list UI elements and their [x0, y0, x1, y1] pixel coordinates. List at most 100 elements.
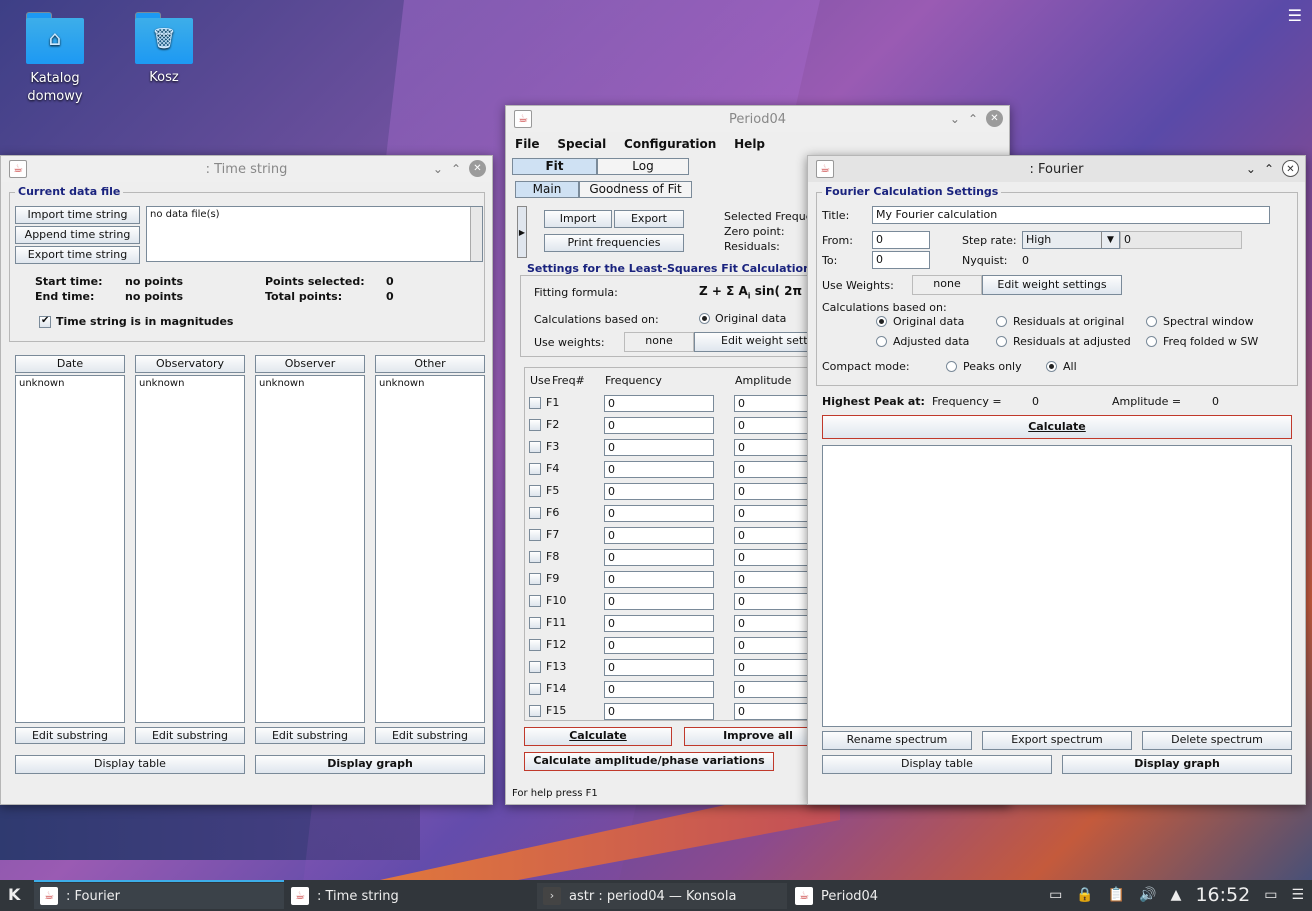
use-checkbox[interactable]: [529, 551, 541, 563]
amplitude-field[interactable]: 0: [734, 593, 813, 610]
frequency-field[interactable]: 0: [604, 703, 714, 720]
task-period04[interactable]: ☕ Period04: [789, 883, 1039, 909]
frequency-field[interactable]: 0: [604, 439, 714, 456]
use-checkbox[interactable]: [529, 617, 541, 629]
magnitudes-checkbox[interactable]: [39, 315, 51, 328]
title-field[interactable]: My Fourier calculation: [872, 206, 1270, 224]
amplitude-field[interactable]: 0: [734, 637, 813, 654]
frequency-field[interactable]: 0: [604, 571, 714, 588]
amplitude-field[interactable]: 0: [734, 505, 813, 522]
frequency-field[interactable]: 0: [604, 417, 714, 434]
desktop-icon-home[interactable]: ⌂ Katalog domowy: [15, 12, 95, 106]
amplitude-field[interactable]: 0: [734, 527, 813, 544]
frequency-field[interactable]: 0: [604, 681, 714, 698]
calc-amplitude-phase-button[interactable]: Calculate amplitude/phase variations: [524, 752, 774, 771]
task-fourier[interactable]: ☕: Fourier: [34, 880, 284, 909]
volume-icon[interactable]: 🔊: [1139, 887, 1156, 903]
use-checkbox[interactable]: [529, 507, 541, 519]
rename-spectrum-button[interactable]: Rename spectrum: [822, 731, 972, 750]
display-graph-button[interactable]: Display graph: [1062, 755, 1292, 774]
amplitude-field[interactable]: 0: [734, 571, 813, 588]
task-konsola[interactable]: › astr : period04 — Konsola: [537, 883, 787, 909]
frequency-field[interactable]: 0: [604, 527, 714, 544]
calculate-button[interactable]: Calculate: [524, 727, 672, 746]
frequency-field[interactable]: 0: [604, 461, 714, 478]
amplitude-field[interactable]: 0: [734, 483, 813, 500]
frequency-field[interactable]: 0: [604, 483, 714, 500]
display-table-button[interactable]: Display table: [15, 755, 245, 774]
use-checkbox[interactable]: [529, 419, 541, 431]
column-header-other[interactable]: Other: [375, 355, 485, 373]
other-list[interactable]: unknown: [375, 375, 485, 723]
append-time-string-button[interactable]: Append time string: [15, 226, 140, 244]
chevron-down-icon[interactable]: ▼: [1101, 232, 1119, 248]
peaks-only-radio[interactable]: [946, 361, 957, 372]
show-desktop-icon[interactable]: ▭: [1264, 887, 1277, 903]
frequency-field[interactable]: 0: [604, 549, 714, 566]
amplitude-field[interactable]: 0: [734, 703, 813, 720]
export-time-string-button[interactable]: Export time string: [15, 246, 140, 264]
data-files-list[interactable]: no data file(s): [146, 206, 483, 262]
maximize-icon[interactable]: ⌃: [968, 112, 978, 126]
original-data-radio[interactable]: [876, 316, 887, 327]
freq-folded-radio[interactable]: [1146, 336, 1157, 347]
menu-help[interactable]: Help: [734, 137, 765, 151]
desktop-icon-trash[interactable]: 🗑 Kosz: [124, 12, 204, 85]
use-checkbox[interactable]: [529, 705, 541, 717]
delete-spectrum-button[interactable]: Delete spectrum: [1142, 731, 1292, 750]
amplitude-field[interactable]: 0: [734, 395, 813, 412]
residuals-original-radio[interactable]: [996, 316, 1007, 327]
residuals-adjusted-radio[interactable]: [996, 336, 1007, 347]
use-checkbox[interactable]: [529, 441, 541, 453]
use-checkbox[interactable]: [529, 397, 541, 409]
amplitude-field[interactable]: 0: [734, 417, 813, 434]
use-checkbox[interactable]: [529, 639, 541, 651]
display-graph-button[interactable]: Display graph: [255, 755, 485, 774]
list-scrollbar[interactable]: [470, 207, 482, 261]
print-frequencies-button[interactable]: Print frequencies: [544, 234, 684, 252]
close-icon[interactable]: ✕: [986, 110, 1003, 127]
maximize-icon[interactable]: ⌃: [451, 162, 461, 176]
close-icon[interactable]: ✕: [1282, 160, 1299, 177]
minimize-icon[interactable]: ⌄: [950, 112, 960, 126]
edit-weight-settings-button[interactable]: Edit weight settings: [982, 275, 1122, 295]
display-icon[interactable]: ▭: [1049, 887, 1062, 903]
use-checkbox[interactable]: [529, 529, 541, 541]
use-checkbox[interactable]: [529, 573, 541, 585]
edit-substring-observer-button[interactable]: Edit substring: [255, 727, 365, 744]
frequency-field[interactable]: 0: [604, 593, 714, 610]
task-time-string[interactable]: ☕: Time string: [285, 883, 535, 909]
expand-tray-icon[interactable]: ▲: [1171, 887, 1182, 903]
spectral-window-radio[interactable]: [1146, 316, 1157, 327]
subtab-main[interactable]: Main: [515, 181, 579, 198]
display-table-button[interactable]: Display table: [822, 755, 1052, 774]
app-launcher-icon[interactable]: K: [8, 885, 20, 904]
spectrum-list[interactable]: [822, 445, 1292, 727]
step-rate-select[interactable]: High ▼: [1022, 231, 1120, 249]
amplitude-field[interactable]: 0: [734, 615, 813, 632]
panel-menu-icon[interactable]: ☰: [1291, 887, 1304, 903]
calculate-button[interactable]: Calculate: [822, 415, 1292, 439]
amplitude-field[interactable]: 0: [734, 659, 813, 676]
side-arrow-button[interactable]: ▶: [517, 206, 527, 258]
observer-list[interactable]: unknown: [255, 375, 365, 723]
minimize-icon[interactable]: ⌄: [433, 162, 443, 176]
use-checkbox[interactable]: [529, 463, 541, 475]
adjusted-data-radio[interactable]: [876, 336, 887, 347]
edit-weight-settings-button[interactable]: Edit weight setti: [694, 332, 814, 352]
to-field[interactable]: 0: [872, 251, 930, 269]
all-radio[interactable]: [1046, 361, 1057, 372]
minimize-icon[interactable]: ⌄: [1246, 162, 1256, 176]
use-checkbox[interactable]: [529, 595, 541, 607]
menu-configuration[interactable]: Configuration: [624, 137, 716, 151]
frequency-field[interactable]: 0: [604, 395, 714, 412]
clock[interactable]: 16:52: [1195, 884, 1250, 906]
export-button[interactable]: Export: [614, 210, 684, 228]
desktop-menu-icon[interactable]: ☰: [1288, 6, 1302, 25]
import-time-string-button[interactable]: Import time string: [15, 206, 140, 224]
original-data-radio[interactable]: [699, 313, 710, 324]
column-header-observatory[interactable]: Observatory: [135, 355, 245, 373]
edit-substring-other-button[interactable]: Edit substring: [375, 727, 485, 744]
import-button[interactable]: Import: [544, 210, 612, 228]
observatory-list[interactable]: unknown: [135, 375, 245, 723]
